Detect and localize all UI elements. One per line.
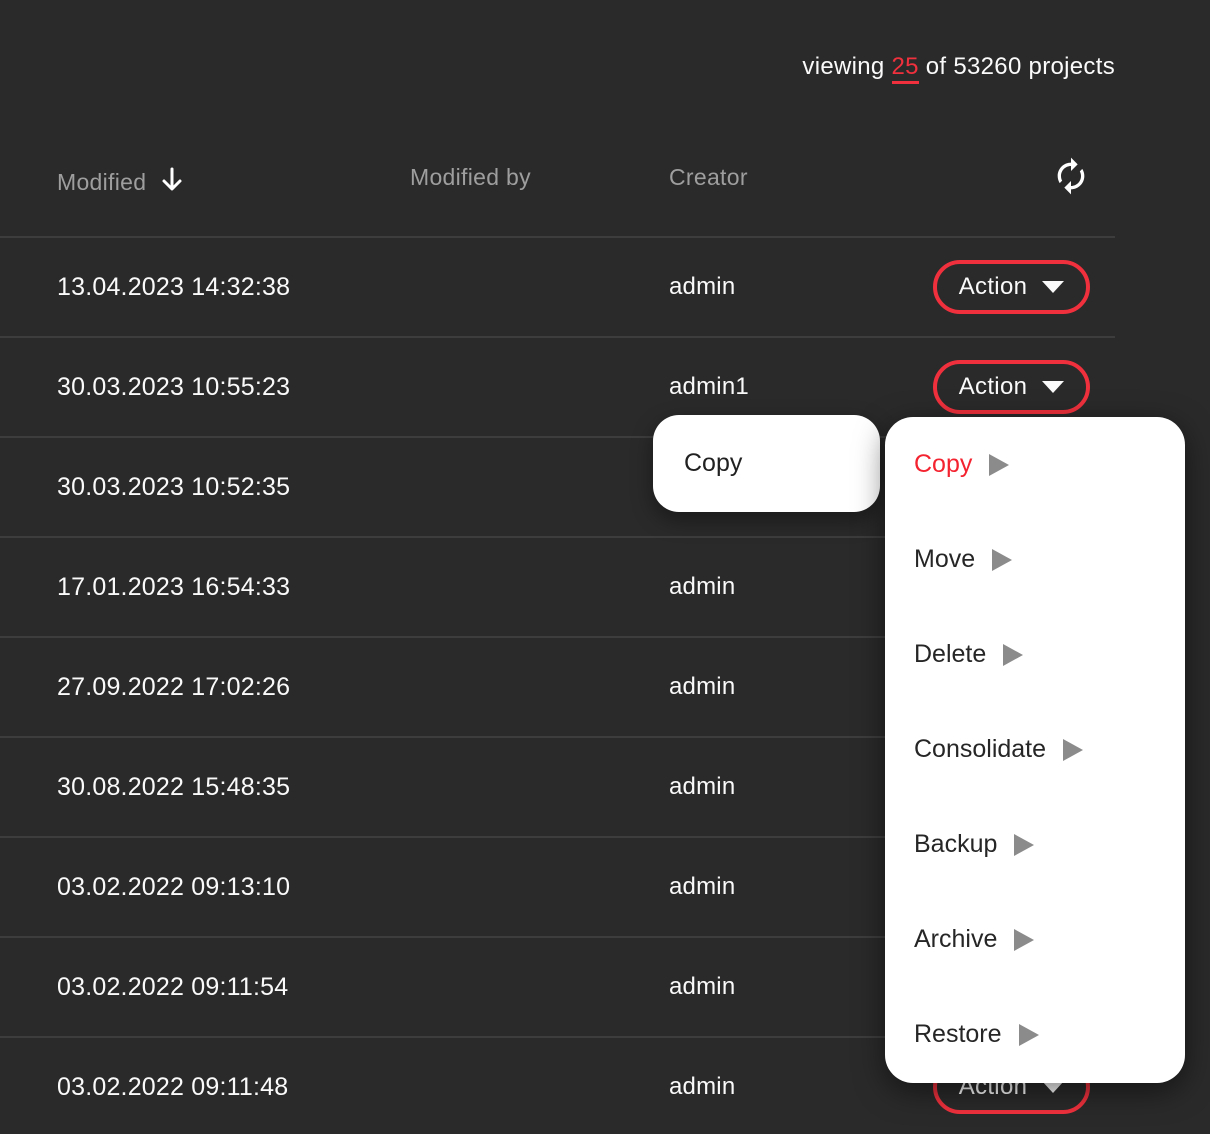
submenu-arrow-right-icon (989, 454, 1009, 476)
menu-item-consolidate[interactable]: Consolidate (885, 702, 1185, 797)
menu-item-restore[interactable]: Restore (885, 987, 1185, 1082)
menu-item-move[interactable]: Move (885, 512, 1185, 607)
cell-modified: 27.09.2022 17:02:26 (57, 638, 290, 736)
cell-modified: 03.02.2022 09:13:10 (57, 838, 290, 936)
action-button[interactable]: Action (933, 360, 1090, 414)
submenu-arrow-right-icon (1063, 739, 1083, 761)
cell-modified: 17.01.2023 16:54:33 (57, 538, 290, 636)
cell-modified: 30.03.2023 10:55:23 (57, 338, 290, 436)
submenu-arrow-right-icon (1014, 929, 1034, 951)
menu-item-label: Copy (914, 450, 972, 479)
cell-modified: 03.02.2022 09:11:54 (57, 938, 288, 1036)
cell-creator: admin (669, 738, 735, 836)
menu-item-copy[interactable]: Copy (885, 417, 1185, 512)
column-header-modified-by-label: Modified by (410, 164, 531, 190)
cell-modified: 30.08.2022 15:48:35 (57, 738, 290, 836)
menu-item-backup[interactable]: Backup (885, 797, 1185, 892)
menu-item-label: Archive (914, 925, 997, 954)
submenu-arrow-right-icon (992, 549, 1012, 571)
submenu-arrow-right-icon (1003, 644, 1023, 666)
submenu-item-copy[interactable]: Copy (653, 415, 880, 512)
sort-descending-arrow-icon (159, 166, 185, 200)
caret-down-icon (1042, 381, 1064, 393)
cell-creator: admin (669, 238, 735, 336)
cell-creator: admin (669, 938, 735, 1036)
cell-modified: 03.02.2022 09:11:48 (57, 1038, 288, 1134)
table-row: 13.04.2023 14:32:38 admin Action (0, 238, 1115, 338)
submenu-item-label: Copy (684, 449, 742, 478)
menu-item-delete[interactable]: Delete (885, 607, 1185, 702)
menu-item-label: Consolidate (914, 735, 1046, 764)
menu-item-label: Move (914, 545, 975, 574)
table-header: Modified Modified by Creator (0, 0, 1115, 236)
cell-modified: 30.03.2023 10:52:35 (57, 438, 290, 536)
submenu-arrow-right-icon (1019, 1024, 1039, 1046)
column-header-modified-label: Modified (57, 169, 146, 196)
menu-item-label: Backup (914, 830, 997, 859)
refresh-button[interactable] (1050, 156, 1092, 198)
refresh-icon (1051, 184, 1091, 199)
action-dropdown-menu: Copy Move Delete Consolidate Backup Archive Re… (885, 417, 1185, 1083)
cell-creator: admin (669, 638, 735, 736)
column-header-modified-by[interactable]: Modified by (410, 164, 531, 191)
cell-modified: 13.04.2023 14:32:38 (57, 238, 290, 336)
column-header-creator[interactable]: Creator (669, 164, 748, 191)
menu-item-archive[interactable]: Archive (885, 892, 1185, 987)
projects-page: viewing 25 of 53260 projects Modified Mo… (0, 0, 1210, 1134)
menu-item-label: Delete (914, 640, 986, 669)
submenu-arrow-right-icon (1014, 834, 1034, 856)
action-button-label: Action (959, 373, 1028, 401)
cell-creator: admin (669, 1038, 735, 1134)
copy-submenu-panel: Copy (653, 415, 880, 512)
caret-down-icon (1042, 281, 1064, 293)
cell-creator: admin (669, 838, 735, 936)
action-button-label: Action (959, 273, 1028, 301)
action-button[interactable]: Action (933, 260, 1090, 314)
column-header-modified[interactable]: Modified (57, 164, 185, 200)
column-header-creator-label: Creator (669, 164, 748, 190)
cell-creator: admin (669, 538, 735, 636)
menu-item-label: Restore (914, 1020, 1002, 1049)
